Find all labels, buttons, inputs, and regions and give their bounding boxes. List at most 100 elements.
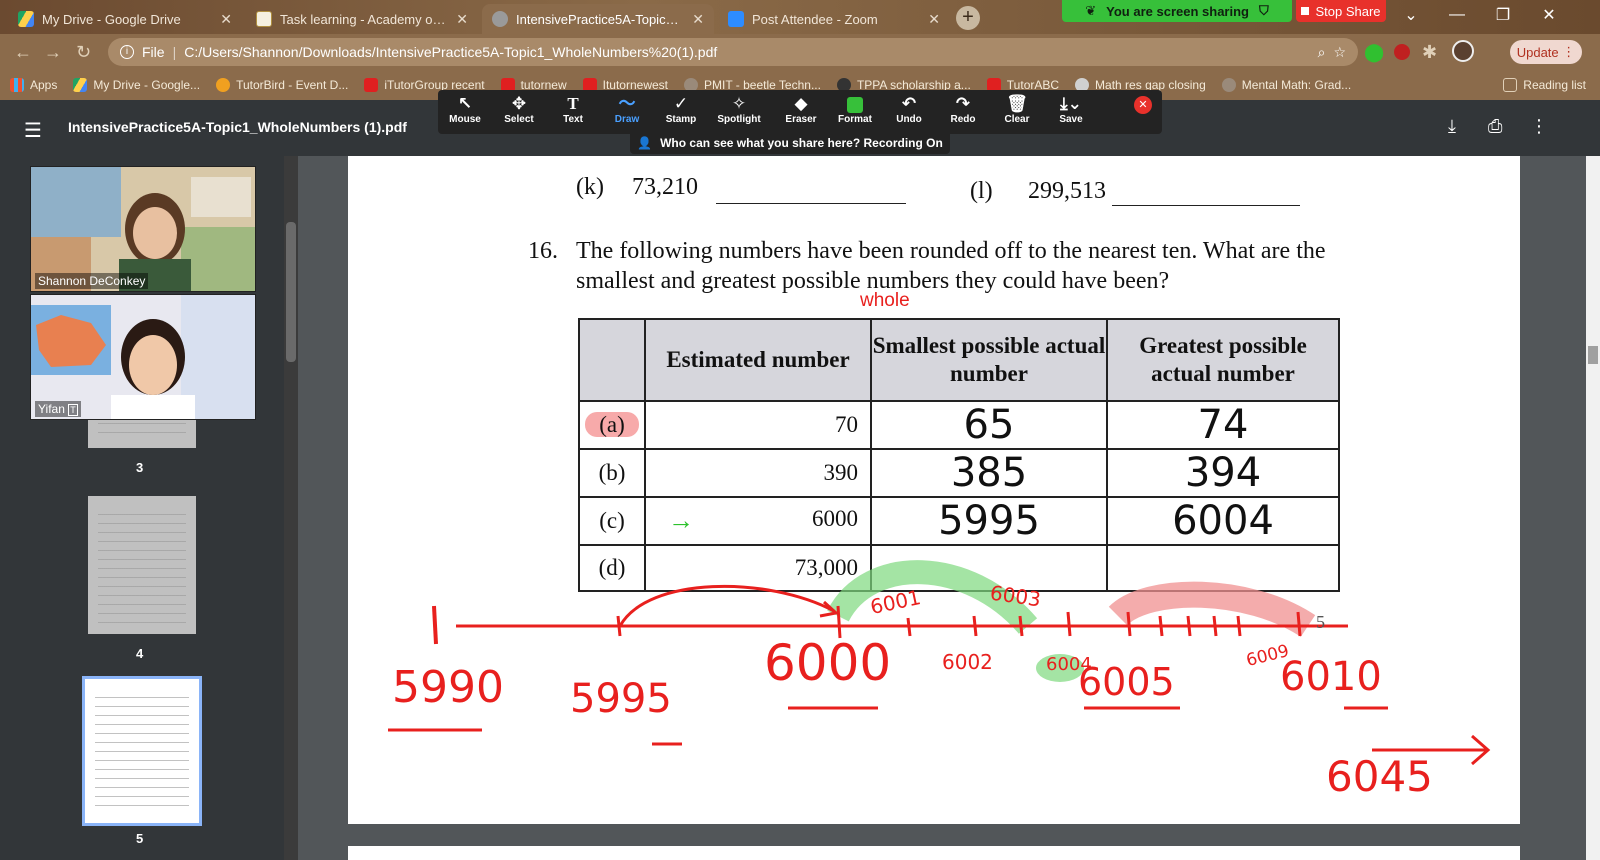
puzzle-icon[interactable]: ✱	[1422, 42, 1437, 63]
thumbnail-lines	[95, 689, 189, 813]
trash-icon: 🗑	[1006, 94, 1028, 113]
forward-arrow-icon[interactable]: →	[44, 42, 62, 63]
zoom-annotation-toolbar: ↖ Mouse ✥ Select T Text 〜 Draw ✓ Stamp ✧ Spotl…	[438, 90, 1162, 134]
url-scheme: File	[142, 44, 165, 60]
pdf-title: IntensivePractice5A-Topic1_WholeNumbers …	[68, 119, 407, 135]
screen-sharing-banner[interactable]: ❦ You are screen sharing ⛉	[1062, 0, 1292, 22]
close-icon[interactable]: ✕	[928, 11, 940, 28]
participant-name: Yifan T	[35, 401, 81, 417]
video-tile-yifan[interactable]: Yifan T	[30, 294, 256, 420]
tab-task-learning[interactable]: Task learning - Academy of New ✕	[246, 4, 478, 34]
minimize-button[interactable]: —	[1434, 0, 1480, 30]
recording-notice-text: Who can see what you share here? Recordi…	[660, 136, 943, 150]
tool-stamp[interactable]: ✓ Stamp	[654, 94, 708, 125]
restore-button[interactable]: ❐	[1480, 0, 1526, 30]
print-icon[interactable]: ⎙	[1488, 116, 1502, 137]
stop-share-label: Stop Share	[1315, 3, 1381, 19]
label-6002: 6002	[942, 650, 993, 674]
tool-text[interactable]: T Text	[546, 94, 600, 125]
zoom-camera-icon	[728, 11, 744, 27]
zoom-magnifier-icon[interactable]: ⌕	[1318, 44, 1326, 61]
reload-icon[interactable]: ↻	[76, 42, 91, 63]
recording-notice[interactable]: 👤 Who can see what you share here? Recor…	[630, 132, 950, 154]
scrollbar-thumb[interactable]	[1588, 346, 1598, 364]
tool-clear[interactable]: 🗑 Clear	[990, 94, 1044, 125]
tool-redo[interactable]: ↷ Redo	[936, 94, 990, 125]
tool-mouse[interactable]: ↖ Mouse	[438, 94, 492, 125]
close-icon[interactable]: ✕	[456, 11, 468, 28]
close-window-button[interactable]: ✕	[1526, 0, 1572, 30]
close-annotation-button[interactable]: ✕	[1134, 96, 1152, 114]
tick-5995	[616, 615, 622, 637]
tab-google-drive[interactable]: My Drive - Google Drive ✕	[8, 4, 242, 34]
tool-label: Eraser	[785, 114, 817, 125]
thumbnail-page-5[interactable]	[82, 676, 202, 826]
close-icon[interactable]: ✕	[220, 11, 232, 28]
tool-label: Redo	[950, 114, 976, 125]
tab-search-button[interactable]: ⌄	[1388, 0, 1434, 30]
tool-spotlight[interactable]: ✧ Spotlight	[712, 94, 766, 125]
globe-icon	[1221, 78, 1236, 92]
update-button[interactable]: Update ⋮	[1510, 40, 1582, 64]
avatar[interactable]	[1452, 40, 1474, 62]
shield-icon: ⛉	[1258, 3, 1269, 18]
video-tile-shannon[interactable]: Shannon DeConkey	[30, 166, 256, 292]
bookmark-apps[interactable]: Apps	[10, 78, 57, 92]
undo-icon: ↶	[901, 94, 917, 113]
sharing-label: You are screen sharing	[1106, 3, 1249, 19]
red-highlight-arc	[1108, 581, 1316, 638]
eraser-icon: ◆	[794, 94, 808, 113]
thumbnail-lines	[98, 506, 186, 624]
google-drive-icon	[18, 11, 34, 27]
stop-icon	[1301, 7, 1310, 15]
redo-icon: ↷	[955, 94, 971, 113]
download-icon[interactable]: ⤓	[1448, 116, 1456, 137]
ublock-icon[interactable]	[1394, 44, 1410, 60]
chevron-down-icon: ⌄	[1404, 7, 1418, 24]
update-label: Update	[1516, 44, 1559, 60]
tool-undo[interactable]: ↶ Undo	[882, 94, 936, 125]
address-bar[interactable]: i File | C:/Users/Shannon/Downloads/Inte…	[108, 38, 1358, 66]
tick	[1212, 615, 1218, 637]
person-icon: 👤	[637, 136, 653, 150]
participant-name-text: Yifan	[38, 402, 65, 416]
tool-format[interactable]: Format	[828, 94, 882, 125]
new-tab-button[interactable]: +	[956, 6, 980, 30]
tick-6010	[1296, 611, 1302, 637]
document-icon	[256, 11, 272, 27]
participant-name: Shannon DeConkey	[35, 273, 149, 289]
divider: |	[172, 44, 177, 60]
tool-save[interactable]: ⤓⌄ Save	[1044, 94, 1098, 125]
label-6045: 6045	[1326, 752, 1433, 801]
bookmark-mental-math[interactable]: Mental Math: Grad...	[1221, 78, 1351, 92]
tick	[1066, 611, 1072, 637]
tool-label: Undo	[896, 114, 922, 125]
bookmark-tutorbird[interactable]: TutorBird - Event D...	[216, 78, 348, 92]
tool-draw[interactable]: 〜 Draw	[600, 94, 654, 125]
tool-label: Save	[1059, 114, 1083, 125]
tool-label: Mouse	[449, 114, 481, 125]
tool-label: Format	[838, 114, 872, 125]
number-line-drawing	[388, 560, 1491, 766]
stop-share-button[interactable]: Stop Share	[1296, 0, 1386, 22]
star-icon[interactable]: ☆	[1333, 44, 1346, 61]
tool-eraser[interactable]: ◆ Eraser	[774, 94, 828, 125]
sidebar-scrollbar[interactable]	[284, 156, 298, 860]
tab-zoom[interactable]: Post Attendee - Zoom ✕	[718, 4, 950, 34]
back-arrow-icon[interactable]: ←	[14, 42, 32, 63]
menu-icon[interactable]: ☰	[24, 118, 42, 143]
tab-pdf-active[interactable]: IntensivePractice5A-Topic1_Who ✕	[482, 4, 714, 34]
extension-icon[interactable]: ⬤	[1364, 42, 1384, 63]
scrollbar-thumb[interactable]	[286, 222, 296, 362]
more-options-icon[interactable]: ⋮	[1530, 116, 1548, 137]
tick	[1236, 615, 1242, 637]
close-icon[interactable]: ✕	[692, 11, 704, 28]
bookmark-reading-list[interactable]: Reading list	[1503, 78, 1586, 92]
tool-select[interactable]: ✥ Select	[492, 94, 546, 125]
thumbnail-page-4[interactable]	[88, 496, 196, 634]
tick	[1126, 611, 1132, 637]
page-number: 5	[136, 831, 144, 846]
main-scrollbar[interactable]	[1586, 156, 1600, 860]
bookmark-my-drive[interactable]: My Drive - Google...	[73, 78, 200, 92]
bookmark-label: My Drive - Google...	[93, 78, 201, 92]
